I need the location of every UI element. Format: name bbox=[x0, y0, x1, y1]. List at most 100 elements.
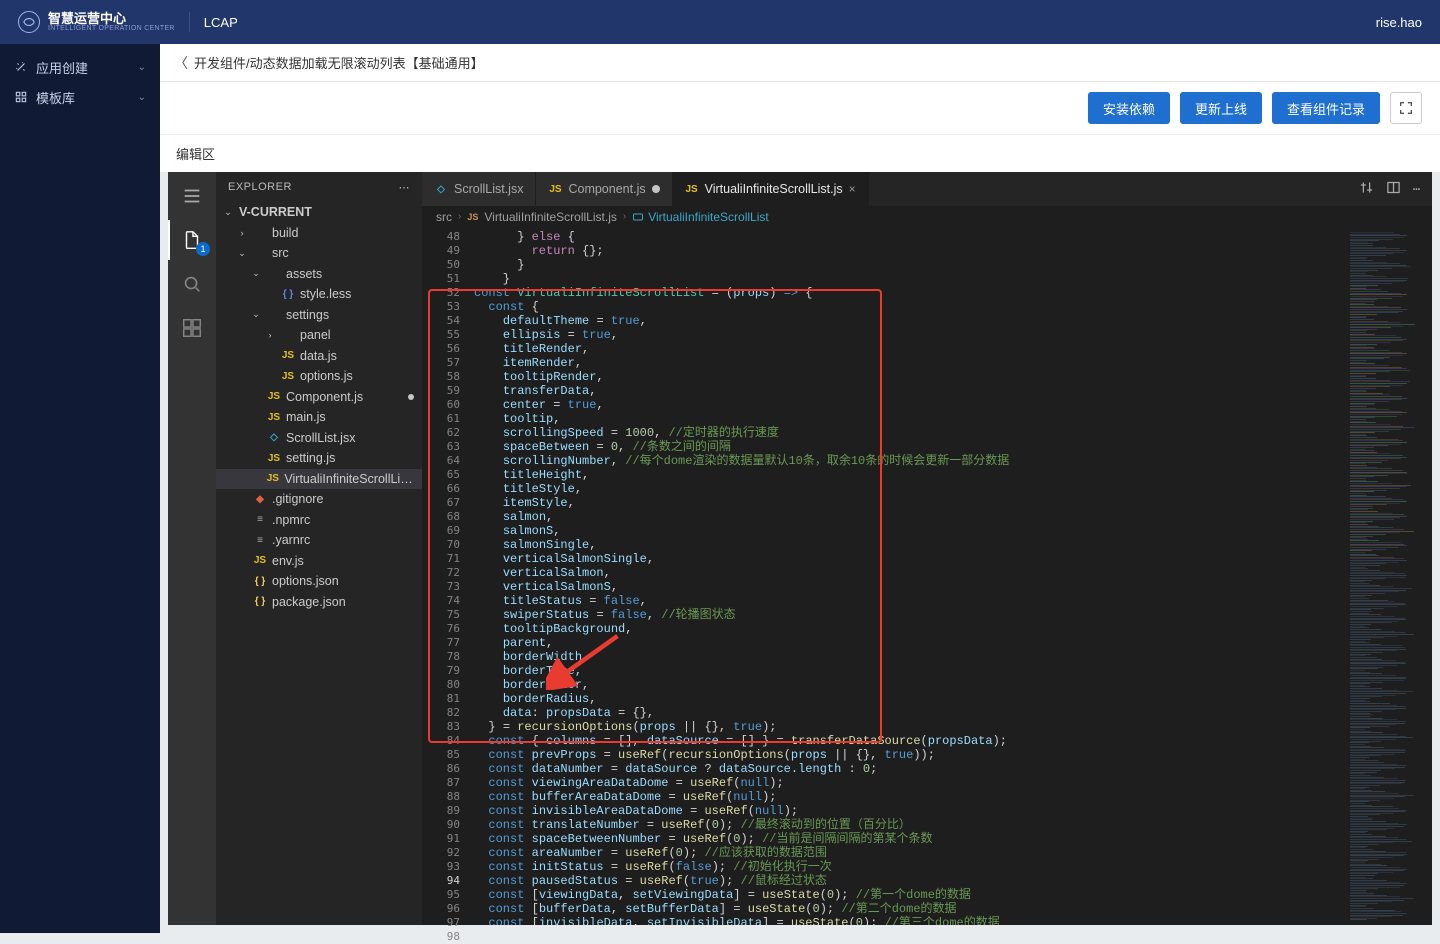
js-icon: JS bbox=[267, 451, 281, 465]
view-history-button[interactable]: 查看组件记录 bbox=[1272, 92, 1380, 124]
tree-row[interactable]: { } options.json bbox=[216, 571, 422, 592]
breadcrumb-bar: 〈 开发组件/动态数据加载无限滚动列表【基础通用】 bbox=[160, 44, 1440, 82]
expand-icon[interactable] bbox=[1390, 92, 1422, 124]
back-icon[interactable]: 〈 bbox=[174, 53, 188, 73]
tree-row[interactable]: ⌄settings bbox=[216, 305, 422, 326]
code-content[interactable]: } else { return {}; } }const VirtualiInf… bbox=[470, 228, 1344, 925]
section-title: 编辑区 bbox=[160, 134, 1440, 172]
menu-icon[interactable] bbox=[168, 176, 216, 216]
chevron-down-icon: ⌄ bbox=[138, 62, 146, 73]
editor-tab[interactable]: ◇ScrollList.jsx bbox=[422, 172, 536, 206]
brand: 智慧运营中心 INTELLIGENT OPERATION CENTER bbox=[18, 11, 175, 33]
tree-row[interactable]: ◆ .gitignore bbox=[216, 489, 422, 510]
file-name: panel bbox=[300, 328, 331, 342]
search-icon[interactable] bbox=[168, 264, 216, 304]
tree-row[interactable]: JS main.js bbox=[216, 407, 422, 428]
brand-name-en: INTELLIGENT OPERATION CENTER bbox=[48, 25, 175, 32]
js-icon: JS bbox=[266, 472, 279, 486]
file-name: options.js bbox=[300, 369, 353, 383]
publish-button[interactable]: 更新上线 bbox=[1180, 92, 1262, 124]
editor-breadcrumbs[interactable]: src › JS VirtualiInfiniteScrollList.js ›… bbox=[422, 206, 1432, 228]
editor-tabs: ◇ScrollList.jsxJSComponent.js JS VirtualiI… bbox=[422, 172, 1432, 206]
tree-root[interactable]: ⌄ V-CURRENT bbox=[216, 202, 422, 223]
file-name: style.less bbox=[300, 287, 351, 301]
tree-row[interactable]: ≡ .npmrc bbox=[216, 510, 422, 531]
crumb-symbol[interactable]: VirtualiInfiniteScrollList bbox=[632, 210, 769, 224]
app-header: 智慧运营中心 INTELLIGENT OPERATION CENTER LCAP… bbox=[0, 0, 1440, 44]
code-editor: 1 EXPLORER ⋯ ⌄ V-CURRENT ›build⌄src⌄asse… bbox=[168, 172, 1432, 925]
git-icon: ◆ bbox=[253, 492, 267, 506]
file-name: options.json bbox=[272, 574, 339, 588]
jsx-icon: ◇ bbox=[434, 182, 448, 196]
folder-icon bbox=[267, 267, 281, 281]
more-tabs-icon[interactable]: ⋯ bbox=[1413, 182, 1420, 196]
grid-icon bbox=[14, 90, 28, 104]
tree-row[interactable]: ⌄src bbox=[216, 243, 422, 264]
editor-tab[interactable]: JSComponent.js bbox=[536, 172, 672, 206]
nav-item-create-app[interactable]: 应用创建 ⌄ bbox=[0, 52, 160, 82]
editor-tab[interactable]: JS VirtualiInfiniteScrollList.js × bbox=[673, 172, 869, 206]
file-tree: ⌄ V-CURRENT ›build⌄src⌄assets { } style.le… bbox=[216, 202, 422, 925]
close-tab-icon[interactable]: × bbox=[849, 182, 856, 196]
app-name: LCAP bbox=[204, 15, 238, 30]
explorer-title: EXPLORER bbox=[228, 181, 292, 193]
tree-row[interactable]: JSComponent.js bbox=[216, 387, 422, 408]
crumb-folder[interactable]: src bbox=[436, 210, 452, 224]
minimap[interactable] bbox=[1344, 228, 1432, 925]
file-name: main.js bbox=[286, 410, 326, 424]
file-name: assets bbox=[286, 267, 322, 281]
tree-row[interactable]: JSenv.js bbox=[216, 551, 422, 572]
tree-row[interactable]: ›build bbox=[216, 223, 422, 244]
explorer-badge: 1 bbox=[196, 242, 210, 256]
js-icon: JS bbox=[685, 182, 699, 196]
nav-item-label: 应用创建 bbox=[36, 58, 88, 77]
tree-row[interactable]: JS VirtualiInfiniteScrollList.js bbox=[216, 469, 422, 490]
compare-icon[interactable] bbox=[1359, 180, 1374, 198]
breadcrumb-text[interactable]: 开发组件/动态数据加载无限滚动列表【基础通用】 bbox=[194, 53, 484, 72]
tree-row[interactable]: JSdata.js bbox=[216, 346, 422, 367]
modified-dot-icon bbox=[408, 394, 414, 400]
folder-icon bbox=[267, 308, 281, 322]
explorer-icon[interactable]: 1 bbox=[168, 220, 216, 260]
wand-icon bbox=[14, 60, 28, 74]
file-name: data.js bbox=[300, 349, 337, 363]
split-editor-icon[interactable] bbox=[1386, 180, 1401, 198]
editor-body[interactable]: 4849505152535455565758596061626364656667… bbox=[422, 228, 1432, 925]
less-icon: { } bbox=[281, 287, 295, 301]
file-name: .npmrc bbox=[272, 513, 310, 527]
crumb-file[interactable]: VirtualiInfiniteScrollList.js bbox=[484, 210, 617, 224]
json-icon: { } bbox=[253, 574, 267, 588]
js-icon: JS bbox=[253, 554, 267, 568]
header-divider bbox=[189, 12, 190, 32]
tree-row[interactable]: ◇ScrollList.jsx bbox=[216, 428, 422, 449]
file-name: .gitignore bbox=[272, 492, 323, 506]
folder-icon bbox=[253, 246, 267, 260]
file-name: package.json bbox=[272, 595, 346, 609]
file-name: settings bbox=[286, 308, 329, 322]
brand-logo-icon bbox=[18, 11, 40, 33]
tree-row[interactable]: JSoptions.js bbox=[216, 366, 422, 387]
install-deps-button[interactable]: 安装依赖 bbox=[1088, 92, 1170, 124]
tree-row[interactable]: ›panel bbox=[216, 325, 422, 346]
nav-item-template-lib[interactable]: 模板库 ⌄ bbox=[0, 82, 160, 112]
js-file-icon: JS bbox=[467, 212, 478, 222]
tab-label: VirtualiInfiniteScrollList.js bbox=[705, 182, 843, 196]
nav-item-label: 模板库 bbox=[36, 88, 75, 107]
tree-row[interactable]: JSsetting.js bbox=[216, 448, 422, 469]
tree-row[interactable]: ≡.yarnrc bbox=[216, 530, 422, 551]
js-icon: JS bbox=[267, 410, 281, 424]
more-icon[interactable]: ⋯ bbox=[399, 181, 411, 194]
file-name: ScrollList.jsx bbox=[286, 431, 355, 445]
tree-row[interactable]: { } style.less bbox=[216, 284, 422, 305]
tree-row[interactable]: { }package.json bbox=[216, 592, 422, 613]
file-name: src bbox=[272, 246, 289, 260]
user-name[interactable]: rise.hao bbox=[1376, 15, 1422, 30]
file-name: Component.js bbox=[286, 390, 363, 404]
extensions-icon[interactable] bbox=[168, 308, 216, 348]
txt-icon: ≡ bbox=[253, 513, 267, 527]
txt-icon: ≡ bbox=[253, 533, 267, 547]
brand-name-cn: 智慧运营中心 bbox=[48, 12, 175, 25]
action-toolbar: 安装依赖 更新上线 查看组件记录 bbox=[160, 82, 1440, 134]
tree-row[interactable]: ⌄assets bbox=[216, 264, 422, 285]
file-name: VirtualiInfiniteScrollList.js bbox=[284, 472, 414, 486]
